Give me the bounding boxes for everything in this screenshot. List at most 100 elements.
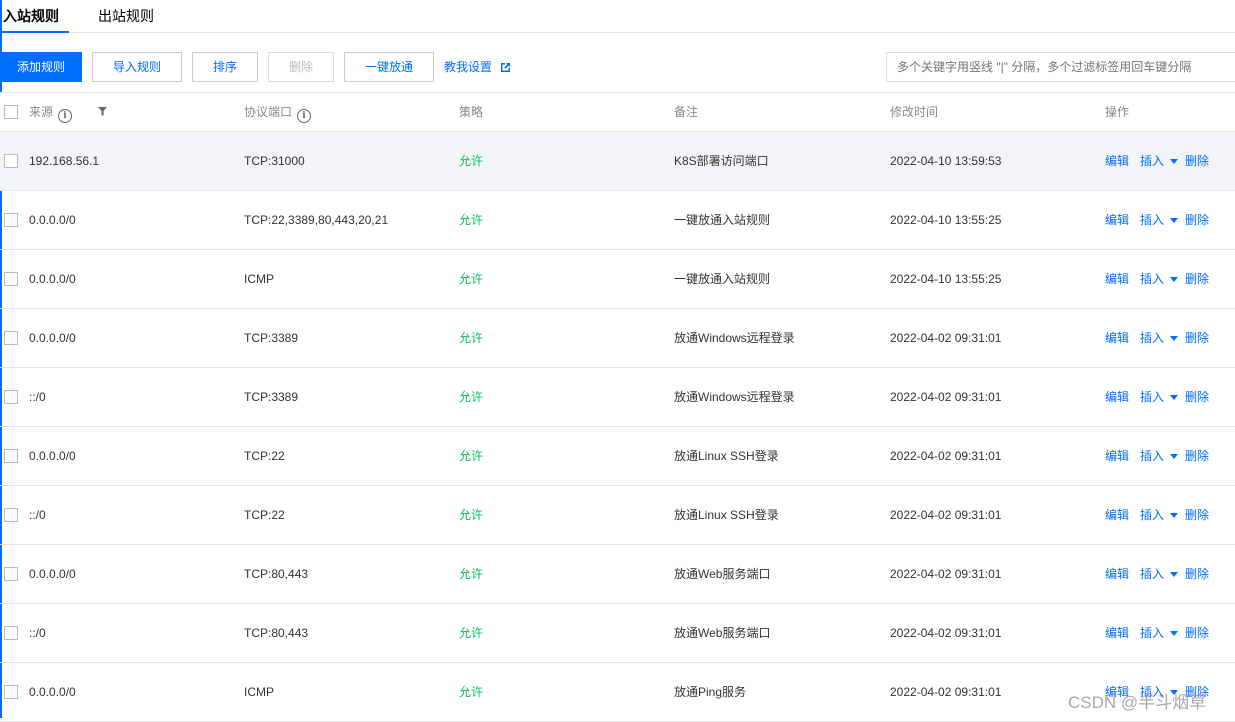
edit-link[interactable]: 编辑 — [1105, 132, 1129, 190]
edit-link[interactable]: 编辑 — [1105, 604, 1129, 662]
edit-link[interactable]: 编辑 — [1105, 309, 1129, 367]
tab-inbound-rules[interactable]: 入站规则 — [0, 0, 69, 33]
insert-dropdown[interactable]: 插入 — [1140, 545, 1179, 603]
delete-link[interactable]: 删除 — [1185, 486, 1209, 544]
cell-protocol-port: TCP:31000 — [244, 154, 305, 168]
row-checkbox[interactable] — [4, 508, 18, 522]
cell-protocol-port: ICMP — [244, 272, 274, 286]
help-link[interactable]: 教我设置 — [444, 52, 511, 82]
cell-policy: 允许 — [459, 272, 484, 286]
cell-protocol-port: TCP:3389 — [244, 331, 299, 345]
cell-modified-time: 2022-04-02 09:31:01 — [890, 626, 1002, 640]
info-icon[interactable]: i — [297, 109, 312, 123]
caret-down-icon — [1170, 159, 1179, 164]
edit-link[interactable]: 编辑 — [1105, 545, 1129, 603]
insert-label: 插入 — [1140, 154, 1165, 168]
cell-protocol-port: TCP:22 — [244, 508, 285, 522]
row-checkbox[interactable] — [4, 331, 18, 345]
cell-source: 0.0.0.0/0 — [29, 567, 76, 581]
cell-remark: 放通Windows远程登录 — [674, 390, 795, 404]
open-all-button[interactable]: 一键放通 — [344, 52, 434, 82]
edit-link[interactable]: 编辑 — [1105, 427, 1129, 485]
cell-source: 0.0.0.0/0 — [29, 331, 76, 345]
cell-source: ::/0 — [29, 626, 46, 640]
delete-link[interactable]: 删除 — [1185, 545, 1209, 603]
add-rule-button[interactable]: 添加规则 — [0, 52, 82, 82]
table-row: 0.0.0.0/0 TCP:22,3389,80,443,20,21 允许 一键… — [0, 191, 1235, 250]
cell-modified-time: 2022-04-02 09:31:01 — [890, 331, 1002, 345]
caret-down-icon — [1170, 454, 1179, 459]
row-checkbox[interactable] — [4, 213, 18, 227]
row-checkbox[interactable] — [4, 626, 18, 640]
table-row: ::/0 TCP:3389 允许 放通Windows远程登录 2022-04-0… — [0, 368, 1235, 427]
watermark: CSDN @半斗烟草 — [1068, 693, 1207, 712]
row-checkbox[interactable] — [4, 154, 18, 168]
delete-link[interactable]: 删除 — [1185, 132, 1209, 190]
row-checkbox[interactable] — [4, 449, 18, 463]
cell-modified-time: 2022-04-02 09:31:01 — [890, 390, 1002, 404]
cell-source: 0.0.0.0/0 — [29, 449, 76, 463]
insert-dropdown[interactable]: 插入 — [1140, 427, 1179, 485]
header-actions: 操作 — [1105, 105, 1130, 119]
delete-button[interactable]: 删除 — [268, 52, 334, 82]
table-row: 0.0.0.0/0 ICMP 允许 放通Ping服务 2022-04-02 09… — [0, 663, 1235, 722]
info-icon[interactable]: i — [58, 109, 73, 123]
insert-dropdown[interactable]: 插入 — [1140, 368, 1179, 426]
cell-remark: 一键放通入站规则 — [674, 272, 771, 286]
edit-link[interactable]: 编辑 — [1105, 486, 1129, 544]
table-row: 0.0.0.0/0 TCP:80,443 允许 放通Web服务端口 2022-0… — [0, 545, 1235, 604]
insert-dropdown[interactable]: 插入 — [1140, 250, 1179, 308]
cell-remark: 一键放通入站规则 — [674, 213, 771, 227]
row-checkbox[interactable] — [4, 685, 18, 699]
cell-policy: 允许 — [459, 685, 484, 699]
table-row: 0.0.0.0/0 TCP:22 允许 放通Linux SSH登录 2022-0… — [0, 427, 1235, 486]
select-all-checkbox[interactable] — [4, 105, 18, 119]
toolbar: 添加规则 导入规则 排序 删除 一键放通 教我设置 — [0, 52, 1235, 82]
import-rules-button[interactable]: 导入规则 — [92, 52, 182, 82]
header-policy: 策略 — [459, 105, 484, 119]
caret-down-icon — [1170, 513, 1179, 518]
cell-modified-time: 2022-04-02 09:31:01 — [890, 508, 1002, 522]
edit-link[interactable]: 编辑 — [1105, 191, 1129, 249]
insert-dropdown[interactable]: 插入 — [1140, 191, 1179, 249]
cell-source: 0.0.0.0/0 — [29, 685, 76, 699]
cell-source: ::/0 — [29, 508, 46, 522]
tab-outbound-rules[interactable]: 出站规则 — [98, 0, 154, 32]
cell-remark: 放通Web服务端口 — [674, 626, 771, 640]
sort-button[interactable]: 排序 — [192, 52, 258, 82]
insert-dropdown[interactable]: 插入 — [1140, 604, 1179, 662]
delete-link[interactable]: 删除 — [1185, 427, 1209, 485]
insert-dropdown[interactable]: 插入 — [1140, 486, 1179, 544]
table-header: 来源 i 协议端口 i 策略 备注 修改时间 操作 — [0, 92, 1235, 132]
row-checkbox[interactable] — [4, 272, 18, 286]
header-protocol-port-label: 协议端口 — [244, 105, 293, 119]
cell-modified-time: 2022-04-02 09:31:01 — [890, 567, 1002, 581]
cell-source: 0.0.0.0/0 — [29, 272, 76, 286]
edit-link[interactable]: 编辑 — [1105, 250, 1129, 308]
cell-remark: 放通Ping服务 — [674, 685, 747, 699]
delete-link[interactable]: 删除 — [1185, 250, 1209, 308]
cell-policy: 允许 — [459, 154, 484, 168]
insert-label: 插入 — [1140, 213, 1165, 227]
delete-link[interactable]: 删除 — [1185, 191, 1209, 249]
cell-source: 192.168.56.1 — [29, 154, 100, 168]
row-checkbox[interactable] — [4, 567, 18, 581]
header-modified-time: 修改时间 — [890, 105, 939, 119]
cell-protocol-port: TCP:22 — [244, 449, 285, 463]
delete-link[interactable]: 删除 — [1185, 368, 1209, 426]
row-checkbox[interactable] — [4, 390, 18, 404]
filter-icon[interactable] — [98, 107, 107, 116]
cell-remark: 放通Linux SSH登录 — [674, 449, 779, 463]
insert-dropdown[interactable]: 插入 — [1140, 309, 1179, 367]
insert-dropdown[interactable]: 插入 — [1140, 132, 1179, 190]
search-input[interactable] — [886, 52, 1235, 82]
table-row: ::/0 TCP:80,443 允许 放通Web服务端口 2022-04-02 … — [0, 604, 1235, 663]
cell-source: ::/0 — [29, 390, 46, 404]
delete-link[interactable]: 删除 — [1185, 309, 1209, 367]
edit-link[interactable]: 编辑 — [1105, 368, 1129, 426]
cell-policy: 允许 — [459, 331, 484, 345]
cell-policy: 允许 — [459, 390, 484, 404]
delete-link[interactable]: 删除 — [1185, 604, 1209, 662]
header-source-label: 来源 — [29, 105, 54, 119]
insert-label: 插入 — [1140, 331, 1165, 345]
